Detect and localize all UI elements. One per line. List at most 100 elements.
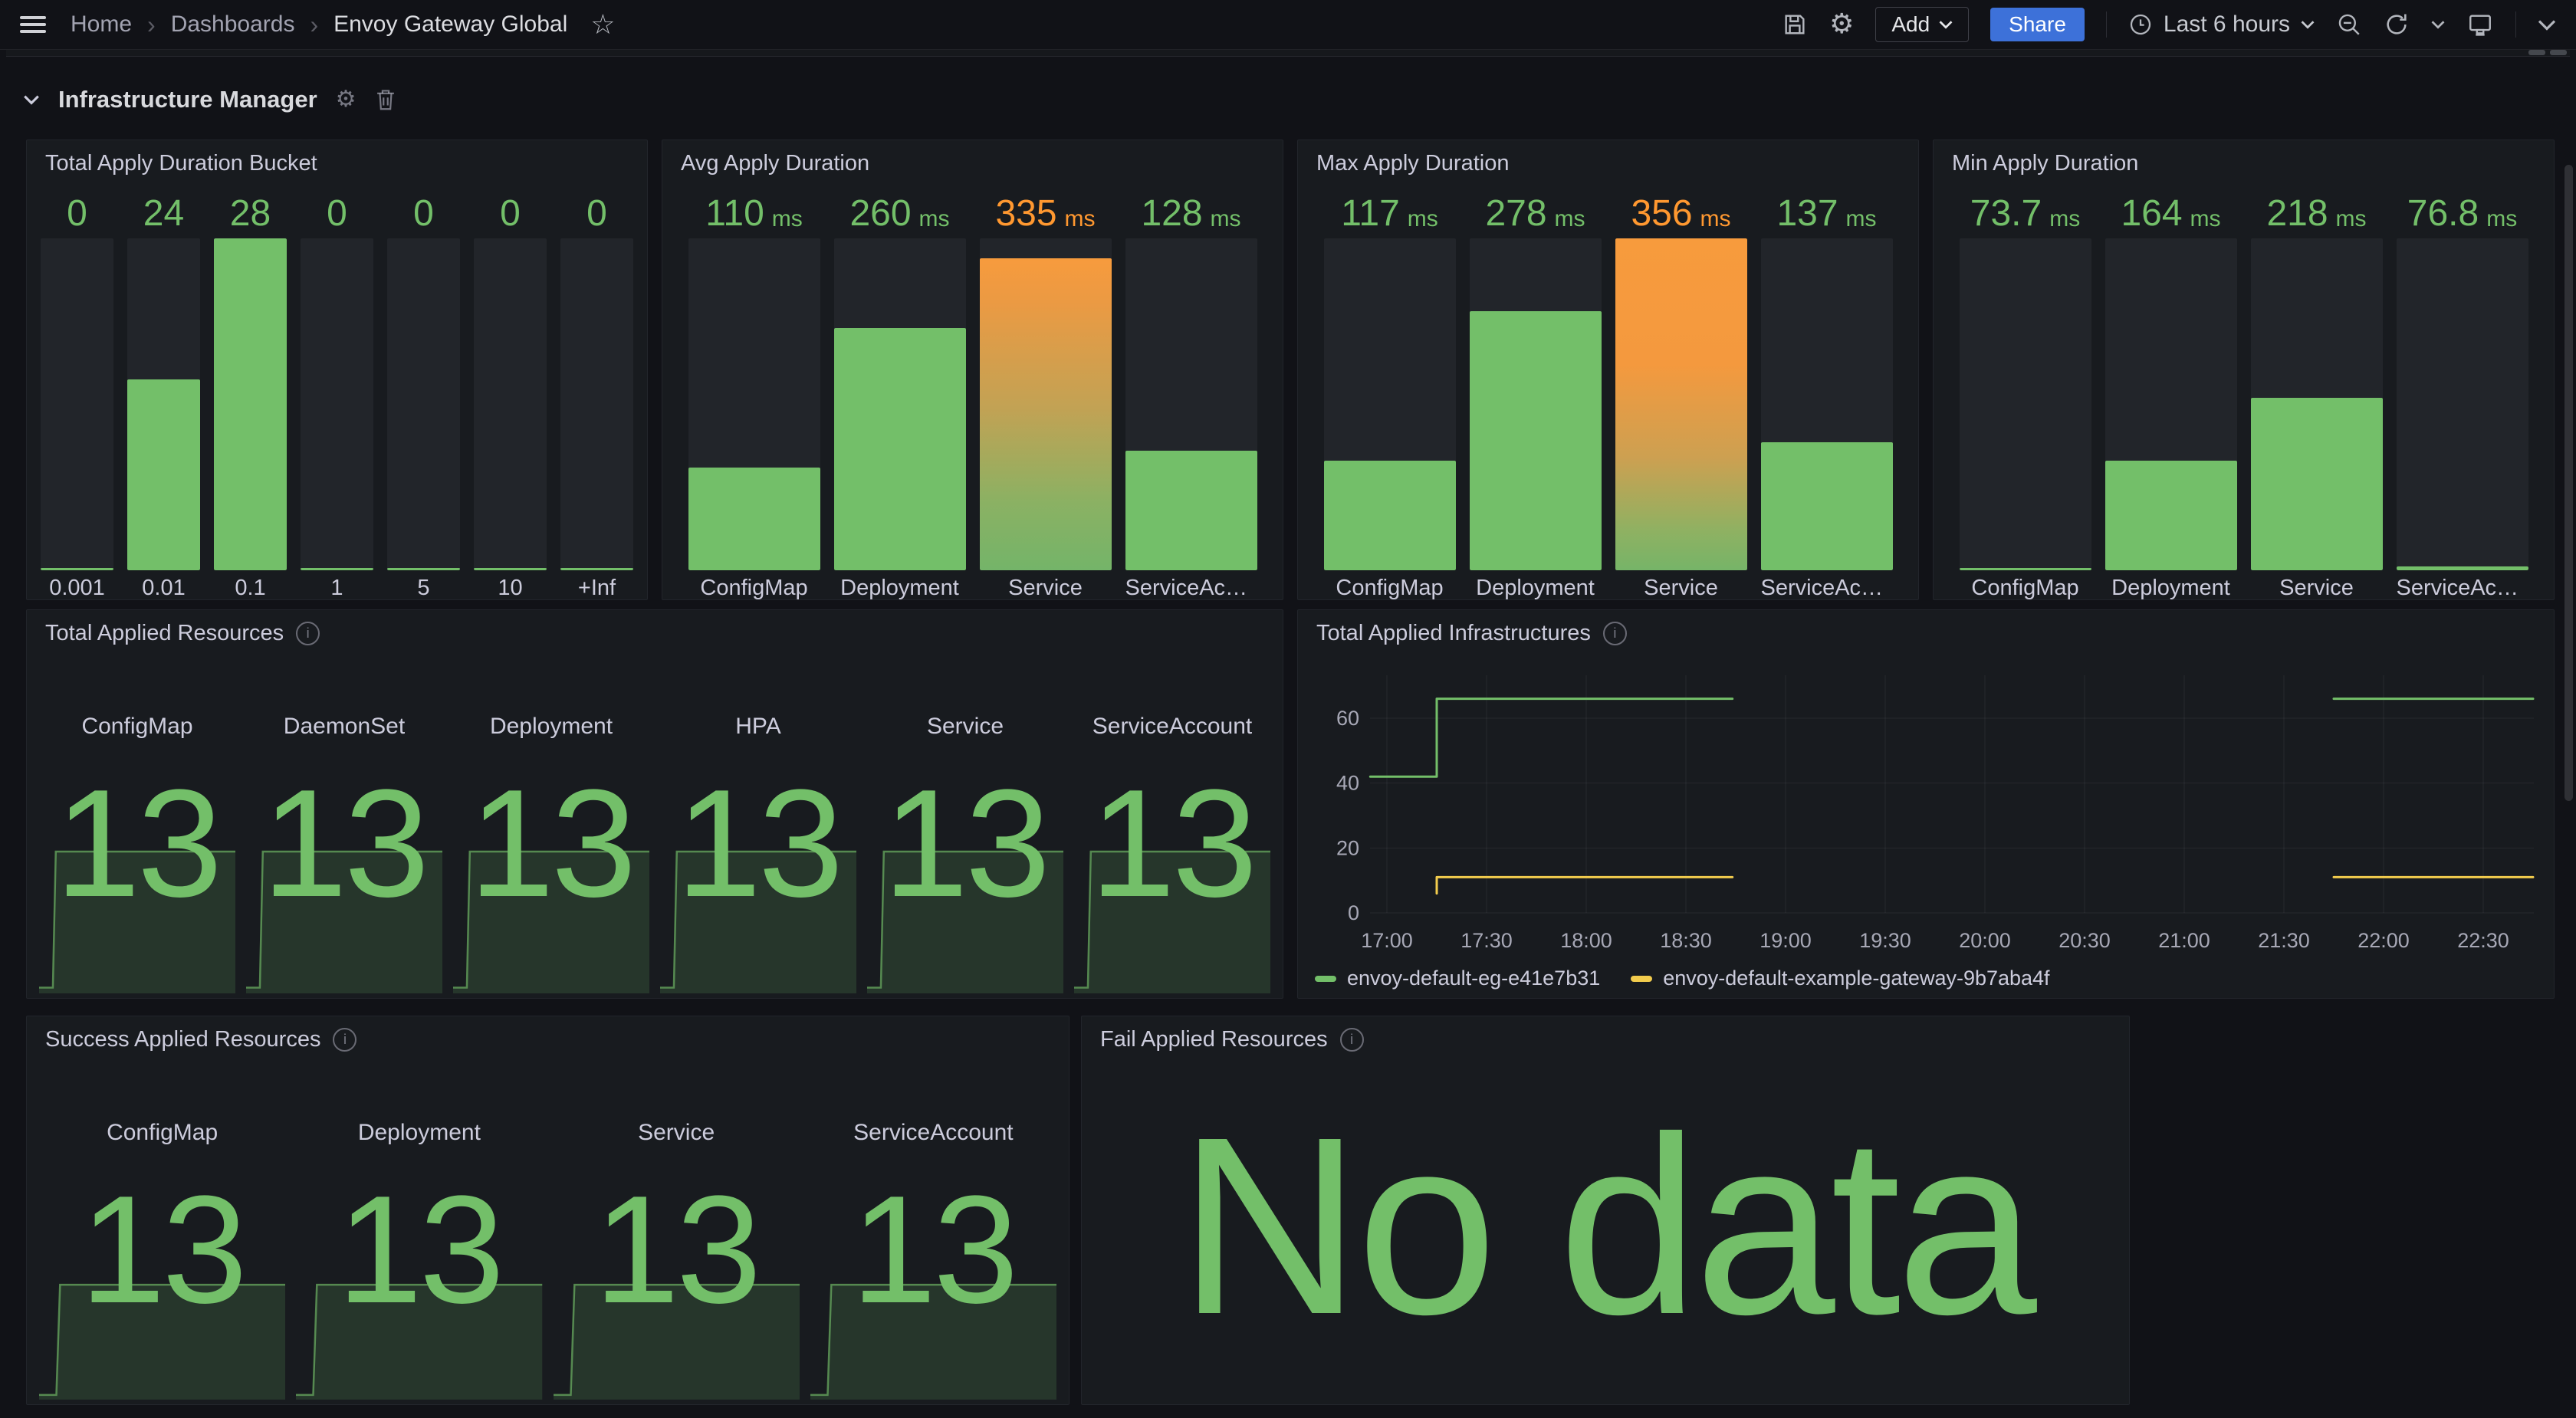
bar-value: 0 [41,179,113,238]
legend-item[interactable]: envoy-default-eg-e41e7b31 [1315,967,1600,990]
save-icon[interactable] [1782,11,1808,38]
stat-label: ServiceAccount [810,1120,1056,1146]
bar-label: ServiceAcc… [1761,570,1893,602]
breadcrumb: Home › Dashboards › Envoy Gateway Global… [0,11,616,39]
svg-text:20:30: 20:30 [2058,929,2111,952]
bar-value: 128ms [1125,179,1257,238]
stat-label: DaemonSet [246,714,442,740]
bar-track [2397,238,2528,570]
svg-text:19:00: 19:00 [1760,929,1812,952]
time-range-picker[interactable]: Last 6 hours [2128,11,2315,38]
row-collapse-chevron-icon[interactable] [23,94,40,105]
bar-gauge-column: 0 +Inf [560,179,633,602]
row-delete-trash-icon[interactable] [375,88,396,111]
tv-mode-icon[interactable] [2466,11,2494,38]
bar-gauge-column: 0 10 [474,179,547,602]
bar-fill [474,568,547,570]
svg-text:22:00: 22:00 [2358,929,2410,952]
bar-fill [1470,311,1602,570]
share-button[interactable]: Share [1990,8,2085,41]
bar-value: 137ms [1761,179,1893,238]
panel-title[interactable]: Avg Apply Duration [681,151,869,176]
chevron-down-icon[interactable] [2538,19,2556,31]
bar-value: 356ms [1615,179,1747,238]
bar-label: ConfigMap [688,570,820,602]
breadcrumb-dashboards[interactable]: Dashboards [171,11,295,38]
svg-text:60: 60 [1336,707,1359,730]
no-data-message: No data [1082,1016,2129,1404]
row-settings-gear-icon[interactable]: ⚙ [336,88,356,111]
add-button[interactable]: Add [1875,7,1969,42]
row-title[interactable]: Infrastructure Manager [58,86,317,113]
bar-track [301,238,373,570]
bar-value: 73.7ms [1960,179,2091,238]
panel-title[interactable]: Min Apply Duration [1952,151,2138,176]
bar-fill [214,238,287,570]
bar-label: ConfigMap [1960,570,2091,602]
stat-value: 13 [810,1173,1056,1327]
panel-success-applied-resources: Success Applied Resources i ConfigMap 13… [26,1016,1070,1405]
stat-label: ConfigMap [39,1120,285,1146]
panel-title[interactable]: Max Apply Duration [1316,151,1509,176]
bar-track [980,238,1112,570]
stat-value: 13 [554,1173,800,1327]
bar-value: 0 [387,179,460,238]
bar-track [214,238,287,570]
zoom-out-icon[interactable] [2336,11,2362,38]
bar-track [834,238,966,570]
vertical-scrollbar-thumb[interactable] [2564,165,2573,801]
stat-label: Service [867,714,1063,740]
panel-title[interactable]: Total Apply Duration Bucket [45,151,317,176]
panel-title[interactable]: Success Applied Resources [45,1027,320,1052]
bar-fill [1125,451,1257,570]
svg-text:21:30: 21:30 [2258,929,2310,952]
bar-gauge-column: 356ms Service [1615,179,1747,602]
gear-icon[interactable]: ⚙ [1829,11,1854,38]
info-icon[interactable]: i [296,622,320,645]
panel-title[interactable]: Total Applied Resources [45,621,284,646]
legend-swatch [1315,976,1336,982]
bar-value: 0 [474,179,547,238]
legend-item[interactable]: envoy-default-example-gateway-9b7aba4f [1631,967,2049,990]
panel-title[interactable]: Fail Applied Resources [1100,1027,1328,1052]
bar-fill [1960,568,2091,570]
star-icon[interactable]: ☆ [590,11,615,38]
info-icon[interactable]: i [1340,1028,1364,1052]
bar-fill [1761,442,1893,570]
bar-label: 5 [387,570,460,602]
refresh-interval-caret-icon[interactable] [2431,20,2445,29]
bar-value: 28 [214,179,287,238]
bar-gauge-column: 260ms Deployment [834,179,966,602]
bar-fill [560,568,633,570]
bar-gauge-column: 0 0.001 [41,179,113,602]
panel-max-apply-duration: Max Apply Duration 117ms ConfigMap 278ms… [1297,140,1919,600]
panel-title[interactable]: Total Applied Infrastructures [1316,621,1591,646]
stat-value: 13 [246,767,442,921]
svg-text:40: 40 [1336,772,1359,795]
bar-fill [980,258,1112,570]
bar-value: 218ms [2251,179,2383,238]
bar-track [41,238,113,570]
refresh-icon[interactable] [2384,11,2410,38]
info-icon[interactable]: i [333,1028,356,1052]
svg-text:17:30: 17:30 [1460,929,1513,952]
svg-text:20: 20 [1336,836,1359,859]
cutoff-dash [2528,50,2545,55]
svg-text:19:30: 19:30 [1859,929,1911,952]
top-navbar: Home › Dashboards › Envoy Gateway Global… [0,0,2576,50]
bar-gauge-column: 335ms Service [980,179,1112,602]
bar-value: 278ms [1470,179,1602,238]
bar-gauge-column: 128ms ServiceAcc… [1125,179,1257,602]
bar-fill [2251,398,2383,570]
menu-icon[interactable] [20,16,46,33]
bar-fill [834,328,966,570]
stat: Deployment 13 [296,1055,542,1400]
bar-track [688,238,820,570]
info-icon[interactable]: i [1603,622,1627,645]
stat: HPA 13 [660,648,856,993]
breadcrumb-home[interactable]: Home [71,11,132,38]
bar-value: 0 [301,179,373,238]
stat: DaemonSet 13 [246,648,442,993]
clock-icon [2128,12,2153,37]
stat-label: ServiceAccount [1074,714,1270,740]
